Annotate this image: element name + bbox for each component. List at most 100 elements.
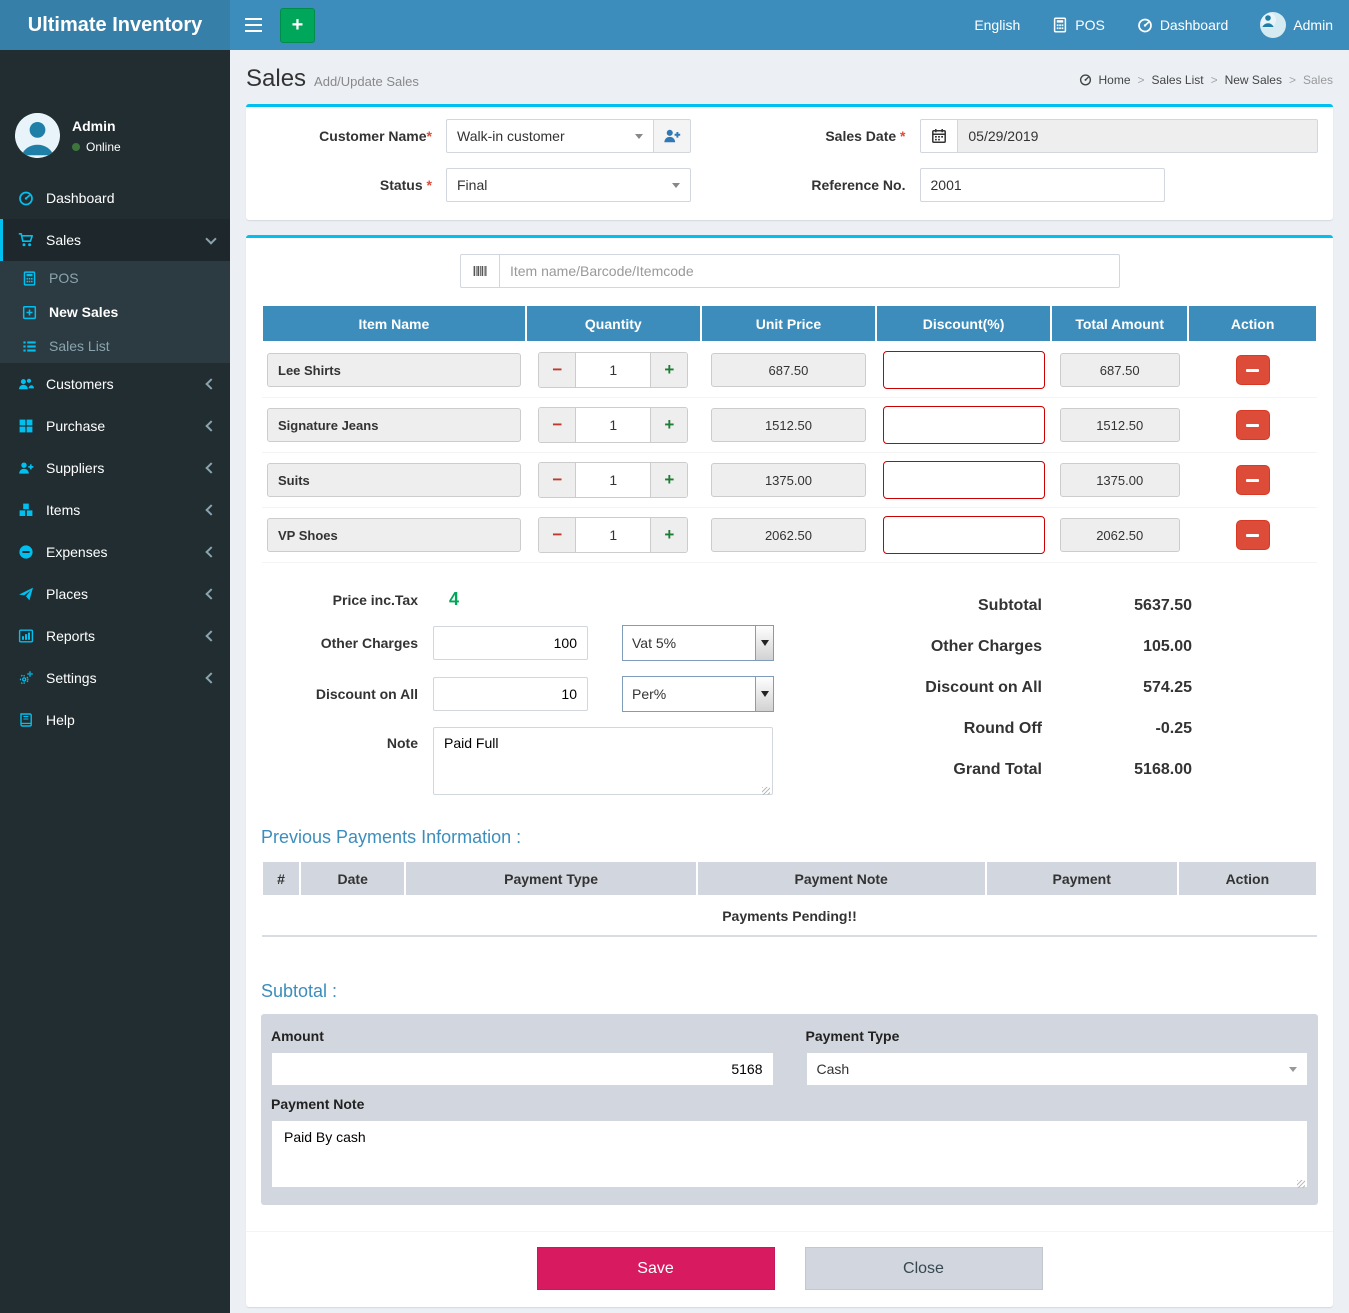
payments-pending-message: Payments Pending!! — [262, 896, 1317, 936]
items-table: Item Name Quantity Unit Price Discount(%… — [261, 304, 1318, 563]
sidebar-item-customers[interactable]: Customers — [0, 363, 230, 405]
sidebar-item-sales-list[interactable]: Sales List — [0, 329, 230, 363]
other-charges-input[interactable] — [433, 626, 588, 660]
discount-all-row: Discount on All Per% — [261, 676, 806, 712]
discount-input[interactable] — [883, 461, 1045, 499]
item-name-input — [267, 518, 521, 552]
amount-input[interactable] — [271, 1052, 774, 1086]
sidebar-item-reports[interactable]: Reports — [0, 615, 230, 657]
list-icon — [22, 339, 37, 354]
chevron-left-icon — [205, 420, 216, 431]
top-navbar: Ultimate Inventory + English POS Dashboa… — [0, 0, 1349, 50]
discount-input[interactable] — [883, 406, 1045, 444]
minus-icon[interactable]: − — [539, 518, 576, 552]
minus-icon — [1246, 369, 1259, 372]
round-off-row: Round Off-0.25 — [806, 720, 1192, 738]
calendar-icon[interactable] — [920, 119, 958, 153]
minus-icon[interactable]: − — [539, 463, 576, 497]
payments-table-header: # Date Payment Type Payment Note Payment… — [262, 861, 1317, 896]
content-header: Sales Add/Update Sales Home > Sales List… — [230, 50, 1349, 99]
quantity-input[interactable] — [576, 463, 650, 497]
discount-unit-select[interactable]: Per% — [622, 676, 774, 712]
discount-all-input[interactable] — [433, 677, 588, 711]
sidebar-item-places[interactable]: Places — [0, 573, 230, 615]
status-select[interactable]: Final — [446, 168, 691, 202]
barcode-icon — [460, 254, 499, 288]
user-menu[interactable]: Admin — [1244, 0, 1349, 50]
nav-pos-link[interactable]: POS — [1036, 0, 1121, 50]
item-search-input[interactable] — [499, 254, 1120, 288]
nav-dashboard-link[interactable]: Dashboard — [1121, 0, 1245, 50]
paper-plane-icon — [18, 586, 34, 602]
breadcrumb-home[interactable]: Home — [1099, 73, 1131, 87]
subtotal-heading: Subtotal : — [261, 981, 1318, 1002]
sidebar-item-items[interactable]: Items — [0, 489, 230, 531]
sidebar-toggle-icon[interactable] — [230, 0, 276, 50]
quantity-input[interactable] — [576, 408, 650, 442]
minus-icon[interactable]: − — [539, 353, 576, 387]
quantity-input[interactable] — [576, 518, 650, 552]
customer-select[interactable]: Walk-in customer — [446, 119, 654, 153]
navbar-right: English POS Dashboard Admin — [958, 0, 1349, 50]
breadcrumb-new-sales[interactable]: New Sales — [1225, 73, 1282, 87]
language-menu[interactable]: English — [958, 0, 1036, 50]
sidebar-item-sales[interactable]: Sales — [0, 219, 230, 261]
item-name-input — [267, 463, 521, 497]
app-logo[interactable]: Ultimate Inventory — [0, 0, 230, 50]
chevron-down-icon — [672, 183, 680, 188]
sidebar-item-purchase[interactable]: Purchase — [0, 405, 230, 447]
quantity-stepper: −+ — [538, 407, 688, 443]
unit-price-value: 687.50 — [711, 353, 866, 387]
close-button[interactable]: Close — [805, 1247, 1043, 1290]
user-plus-icon — [18, 460, 34, 476]
chevron-left-icon — [205, 546, 216, 557]
payment-entry-section: Subtotal : Amount Payment Type Cash — [261, 981, 1318, 1205]
plus-icon[interactable]: + — [650, 518, 687, 552]
minus-circle-icon — [18, 544, 34, 560]
note-row: Note Paid Full — [261, 727, 806, 798]
remove-item-button[interactable] — [1236, 520, 1270, 550]
note-textarea[interactable]: Paid Full — [433, 727, 773, 795]
payment-type-label: Payment Type — [806, 1028, 1309, 1044]
payment-type-select[interactable]: Cash — [806, 1052, 1309, 1086]
unit-price-value: 1375.00 — [711, 463, 866, 497]
chevron-left-icon — [205, 588, 216, 599]
plus-icon[interactable]: + — [650, 353, 687, 387]
add-customer-button[interactable] — [654, 119, 691, 153]
tax-select[interactable]: Vat 5% — [622, 625, 774, 661]
users-icon — [18, 376, 34, 392]
sidebar-item-settings[interactable]: Settings — [0, 657, 230, 699]
discount-input[interactable] — [883, 516, 1045, 554]
payment-entry-panel: Amount Payment Type Cash Payment No — [261, 1014, 1318, 1205]
online-status-icon — [72, 143, 80, 151]
sidebar-item-new-sales[interactable]: New Sales — [0, 295, 230, 329]
plus-icon[interactable]: + — [650, 463, 687, 497]
remove-item-button[interactable] — [1236, 465, 1270, 495]
subtotal-row: Subtotal5637.50 — [806, 597, 1192, 615]
sidebar-item-suppliers[interactable]: Suppliers — [0, 447, 230, 489]
dashboard-icon — [1137, 17, 1153, 33]
breadcrumb-sales-list[interactable]: Sales List — [1152, 73, 1204, 87]
user-name: Admin — [72, 118, 121, 134]
sales-date-input[interactable] — [957, 119, 1318, 153]
sidebar-item-pos[interactable]: POS — [0, 261, 230, 295]
sidebar-item-dashboard[interactable]: Dashboard — [0, 177, 230, 219]
quick-add-button[interactable]: + — [280, 8, 315, 43]
discount-input[interactable] — [883, 351, 1045, 389]
payment-note-textarea[interactable]: Paid By cash — [271, 1120, 1308, 1188]
reference-input[interactable] — [920, 168, 1165, 202]
save-button[interactable]: Save — [537, 1247, 775, 1290]
quantity-input[interactable] — [576, 353, 650, 387]
sidebar-item-help[interactable]: Help — [0, 699, 230, 741]
quantity-stepper: −+ — [538, 352, 688, 388]
minus-icon[interactable]: − — [539, 408, 576, 442]
sidebar-item-expenses[interactable]: Expenses — [0, 531, 230, 573]
status-group: Status * Final — [261, 168, 790, 202]
plus-icon[interactable]: + — [650, 408, 687, 442]
remove-item-button[interactable] — [1236, 355, 1270, 385]
other-charges-total-row: Other Charges105.00 — [806, 638, 1192, 656]
remove-item-button[interactable] — [1236, 410, 1270, 440]
chevron-down-icon — [635, 134, 643, 139]
payment-note-label: Payment Note — [271, 1096, 1308, 1112]
total-amount-value: 1375.00 — [1060, 463, 1180, 497]
